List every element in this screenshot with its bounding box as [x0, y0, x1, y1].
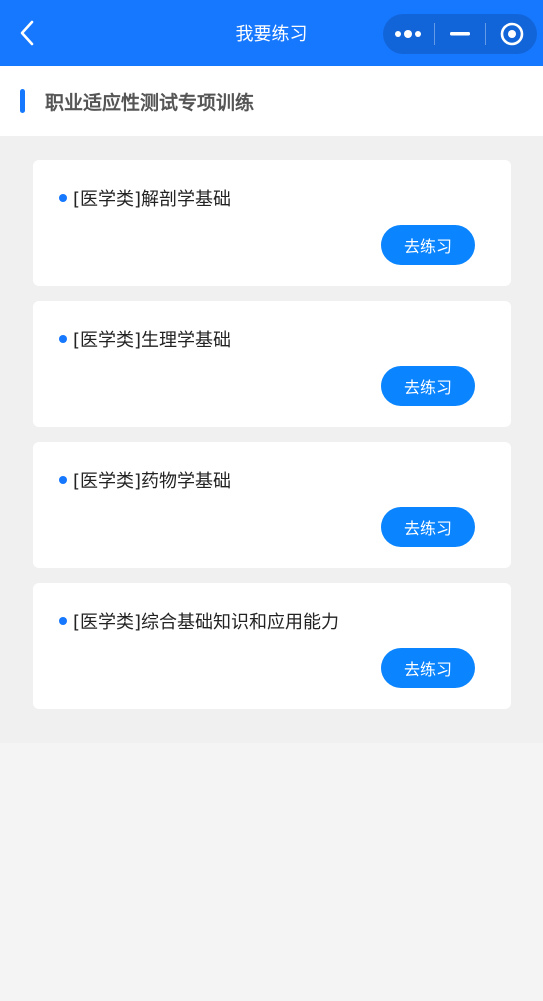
- chevron-left-icon: [20, 20, 34, 46]
- practice-button[interactable]: 去练习: [381, 648, 475, 688]
- bullet-dot-icon: [59, 194, 67, 202]
- card-title-text: [医学类]药物学基础: [73, 471, 232, 492]
- card-title: [医学类]综合基础知识和应用能力: [59, 608, 339, 634]
- practice-card: [医学类]解剖学基础 去练习: [33, 160, 511, 286]
- more-dots-icon: [395, 30, 422, 38]
- minimize-button[interactable]: [435, 14, 486, 54]
- section-title: 职业适应性测试专项训练: [45, 91, 255, 114]
- practice-card: [医学类]生理学基础 去练习: [33, 301, 511, 427]
- close-button[interactable]: [486, 14, 537, 54]
- card-title: [医学类]解剖学基础: [59, 185, 231, 211]
- bullet-dot-icon: [59, 476, 67, 484]
- practice-button[interactable]: 去练习: [381, 507, 475, 547]
- back-button[interactable]: [14, 20, 40, 46]
- card-title: [医学类]生理学基础: [59, 326, 231, 352]
- card-title: [医学类]药物学基础: [59, 467, 231, 493]
- practice-list: [医学类]解剖学基础 去练习 [医学类]生理学基础 去练习 [医学类]药物学基础…: [0, 136, 543, 743]
- card-title-text: [医学类]生理学基础: [73, 330, 232, 351]
- mini-program-capsule: [383, 14, 537, 54]
- section-header: 职业适应性测试专项训练: [0, 66, 543, 136]
- minus-icon: [450, 32, 470, 36]
- practice-button[interactable]: 去练习: [381, 366, 475, 406]
- practice-button[interactable]: 去练习: [381, 225, 475, 265]
- practice-card: [医学类]综合基础知识和应用能力 去练习: [33, 583, 511, 709]
- more-button[interactable]: [383, 14, 434, 54]
- card-title-text: [医学类]解剖学基础: [73, 189, 232, 210]
- practice-card: [医学类]药物学基础 去练习: [33, 442, 511, 568]
- page-title: 我要练习: [235, 24, 308, 45]
- card-title-text: [医学类]综合基础知识和应用能力: [73, 612, 340, 633]
- bullet-dot-icon: [59, 335, 67, 343]
- bullet-dot-icon: [59, 617, 67, 625]
- section-accent-bar: [20, 89, 25, 113]
- target-icon: [500, 22, 523, 46]
- top-nav-bar: 我要练习: [0, 0, 543, 66]
